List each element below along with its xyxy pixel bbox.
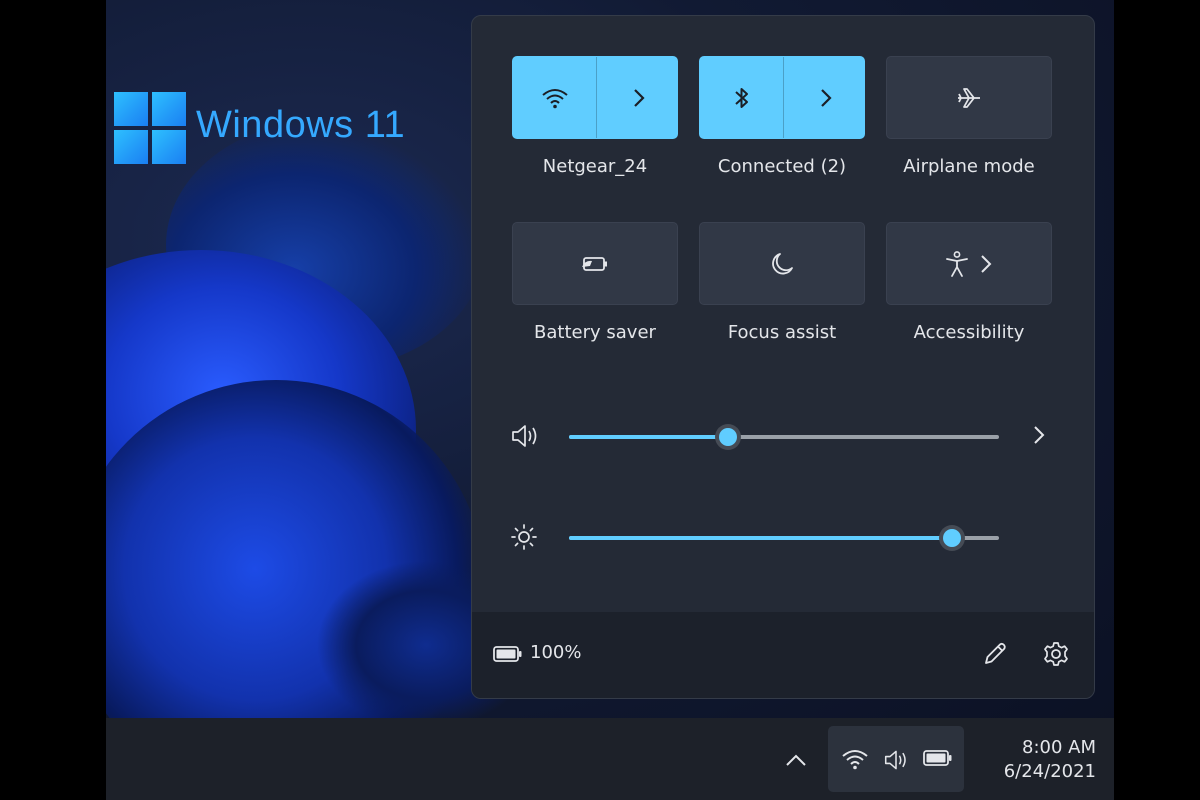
quick-settings-footer: 100%	[472, 612, 1094, 698]
wifi-icon	[541, 87, 569, 109]
focus-assist-label: Focus assist	[727, 322, 837, 343]
battery-percentage: 100%	[530, 642, 582, 663]
show-hidden-icons-button[interactable]	[782, 748, 810, 772]
speaker-icon[interactable]	[510, 422, 540, 450]
bluetooth-tile[interactable]	[699, 56, 865, 139]
clock-date: 6/24/2021	[1003, 761, 1096, 782]
volume-slider[interactable]	[569, 424, 999, 450]
bluetooth-expand-button[interactable]	[783, 57, 867, 138]
battery-saver-icon	[580, 254, 610, 274]
clock-time: 8:00 AM	[1022, 737, 1096, 758]
battery-icon	[492, 644, 524, 664]
wifi-tile-label: Netgear_24	[542, 156, 648, 177]
wifi-icon	[841, 748, 869, 770]
windows-logo	[114, 92, 186, 164]
battery-icon	[922, 748, 954, 768]
accessibility-label: Accessibility	[913, 322, 1025, 343]
gear-icon	[1042, 640, 1070, 668]
quick-settings-panel: Netgear_24 Connected (2) Airplane mode B…	[471, 15, 1095, 699]
chevron-up-icon	[784, 753, 808, 767]
bluetooth-toggle[interactable]	[700, 57, 783, 138]
desktop: Windows 11 Netgear_24 Connected (2) Airp…	[106, 0, 1114, 800]
airplane-mode-tile[interactable]	[886, 56, 1052, 139]
wifi-tile[interactable]	[512, 56, 678, 139]
bluetooth-tile-label: Connected (2)	[717, 156, 847, 177]
accessibility-icon	[945, 250, 969, 278]
sun-icon	[510, 523, 538, 551]
taskbar: 8:00 AM 6/24/2021	[106, 718, 1114, 800]
speaker-icon	[881, 748, 911, 772]
system-tray-quick-settings-button[interactable]	[828, 726, 964, 792]
battery-saver-tile[interactable]	[512, 222, 678, 305]
airplane-mode-label: Airplane mode	[903, 156, 1035, 177]
open-settings-button[interactable]	[1038, 636, 1074, 672]
taskbar-clock[interactable]: 8:00 AM 6/24/2021	[972, 736, 1096, 784]
pencil-icon	[981, 640, 1009, 668]
brightness-slider-row	[510, 517, 1070, 557]
moon-icon	[769, 251, 795, 277]
windows-title: Windows 11	[196, 104, 406, 146]
volume-slider-fill	[569, 435, 728, 439]
volume-output-chevron-icon[interactable]	[1032, 424, 1046, 446]
wifi-expand-button[interactable]	[596, 57, 680, 138]
focus-assist-tile[interactable]	[699, 222, 865, 305]
brightness-slider-thumb[interactable]	[939, 525, 965, 551]
bluetooth-icon	[733, 85, 751, 111]
chevron-right-icon	[632, 87, 646, 109]
chevron-right-icon[interactable]	[979, 253, 993, 275]
volume-slider-row	[510, 416, 1070, 456]
volume-slider-thumb[interactable]	[715, 424, 741, 450]
battery-saver-label: Battery saver	[534, 322, 656, 343]
wifi-toggle[interactable]	[513, 57, 596, 138]
edit-quick-settings-button[interactable]	[977, 636, 1013, 672]
chevron-right-icon	[819, 87, 833, 109]
airplane-icon	[955, 86, 983, 110]
brightness-slider-fill	[569, 536, 952, 540]
brightness-slider[interactable]	[569, 525, 999, 551]
accessibility-tile[interactable]	[886, 222, 1052, 305]
